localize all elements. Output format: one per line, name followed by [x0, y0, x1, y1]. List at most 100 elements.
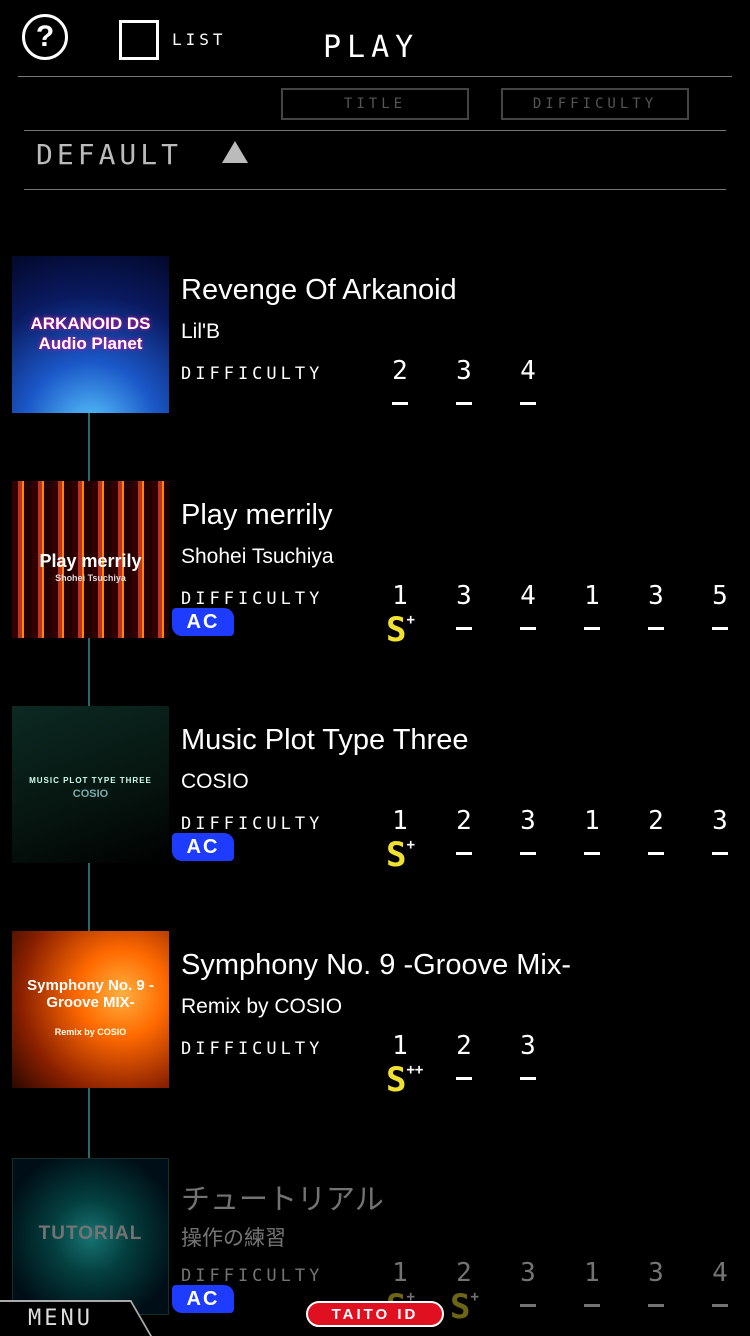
difficulty-level: 3: [456, 581, 472, 611]
song-row[interactable]: MUSIC PLOT TYPE THREE COSIO Music Plot T…: [0, 706, 750, 872]
difficulty-level: 5: [712, 581, 728, 611]
no-rank-dash: [648, 1304, 664, 1307]
timeline-connector: [88, 636, 90, 708]
rank-plus: +: [470, 1289, 479, 1305]
ac-badge: AC: [172, 833, 234, 861]
difficulty-level: 2: [456, 1031, 472, 1061]
song-title: Music Plot Type Three: [181, 724, 469, 756]
difficulty-level: 1: [584, 1258, 600, 1288]
song-jacket: ARKANOID DS Audio Planet: [12, 256, 169, 413]
timeline-connector: [88, 1086, 90, 1158]
difficulty-level: 2: [456, 1258, 472, 1288]
rank-badge: S+: [450, 1290, 479, 1324]
no-rank-dash: [392, 402, 408, 405]
no-rank-dash: [584, 627, 600, 630]
header-divider: [18, 76, 732, 77]
sort-default-button[interactable]: DEFAULT: [36, 138, 182, 171]
rank-letter: S: [450, 1287, 471, 1327]
ac-badge: AC: [172, 1285, 234, 1313]
no-rank-dash: [520, 852, 536, 855]
no-rank-dash: [456, 852, 472, 855]
taito-id-button[interactable]: TAITO ID: [306, 1301, 444, 1327]
timeline-connector: [88, 861, 90, 933]
sort-difficulty-button[interactable]: DIFFICULTY: [501, 88, 689, 120]
jacket-text: Play merrily: [39, 551, 142, 571]
difficulty-level: 3: [712, 806, 728, 836]
difficulty-level: 2: [392, 356, 408, 386]
no-rank-dash: [712, 1304, 728, 1307]
no-rank-dash: [712, 852, 728, 855]
difficulty-level: 4: [520, 581, 536, 611]
triangle-up-icon: [222, 141, 248, 163]
difficulty-level: 3: [520, 1031, 536, 1061]
no-rank-dash: [520, 1304, 536, 1307]
no-rank-dash: [456, 627, 472, 630]
rank-letter: S: [386, 1060, 407, 1100]
song-row[interactable]: TUTORIAL チュートリアル 操作の練習 DIFFICULTY 1 2 3 …: [0, 1158, 750, 1324]
no-rank-dash: [520, 402, 536, 405]
list-checkbox[interactable]: [119, 20, 159, 60]
song-jacket: Play merrily Shohei Tsuchiya: [12, 481, 169, 638]
no-rank-dash: [584, 1304, 600, 1307]
song-artist: 操作の練習: [181, 1227, 286, 1250]
no-rank-dash: [648, 852, 664, 855]
rank-plus: +: [406, 612, 415, 628]
song-row[interactable]: ARKANOID DS Audio Planet Revenge Of Arka…: [0, 256, 750, 421]
rank-badge: S+: [386, 838, 415, 872]
jacket-text: MUSIC PLOT TYPE THREE: [29, 776, 152, 785]
difficulty-level: 2: [648, 806, 664, 836]
difficulty-label: DIFFICULTY: [181, 364, 324, 384]
difficulty-level: 1: [584, 806, 600, 836]
sort-title-button[interactable]: TITLE: [281, 88, 469, 120]
rank-letter: S: [386, 835, 407, 875]
song-artist: Lil'B: [181, 320, 221, 343]
rank-badge: S+: [386, 613, 415, 647]
difficulty-level: 4: [520, 356, 536, 386]
rank-badge: S++: [386, 1063, 423, 1097]
difficulty-level: 3: [456, 356, 472, 386]
sort-divider-top: [24, 130, 726, 131]
difficulty-level: 1: [392, 1031, 408, 1061]
no-rank-dash: [712, 627, 728, 630]
jacket-subtext: Shohei Tsuchiya: [55, 573, 126, 583]
rank-letter: S: [386, 610, 407, 650]
ac-badge: AC: [172, 608, 234, 636]
difficulty-level: 3: [520, 1258, 536, 1288]
help-button[interactable]: ?: [22, 14, 68, 60]
jacket-subtext: COSIO: [72, 788, 109, 800]
difficulty-level: 4: [712, 1258, 728, 1288]
question-icon: ?: [35, 20, 55, 53]
list-label: LIST: [172, 30, 227, 49]
song-row[interactable]: Play merrily Shohei Tsuchiya Play merril…: [0, 481, 750, 647]
song-row[interactable]: Symphony No. 9 -Groove MIX- Remix by COS…: [0, 931, 750, 1097]
song-title: Revenge Of Arkanoid: [181, 274, 457, 306]
sort-divider-bottom: [24, 189, 726, 190]
song-title: Symphony No. 9 -Groove Mix-: [181, 949, 572, 981]
no-rank-dash: [520, 627, 536, 630]
difficulty-level: 3: [648, 1258, 664, 1288]
no-rank-dash: [520, 1077, 536, 1080]
song-jacket: Symphony No. 9 -Groove MIX- Remix by COS…: [12, 931, 169, 1088]
difficulty-level: 1: [392, 581, 408, 611]
rank-plus: ++: [406, 1062, 424, 1078]
jacket-text: Symphony No. 9 -Groove MIX-: [27, 977, 154, 1011]
song-jacket: MUSIC PLOT TYPE THREE COSIO: [12, 706, 169, 863]
song-jacket: TUTORIAL: [12, 1158, 169, 1315]
menu-button[interactable]: MENU: [28, 1306, 93, 1331]
difficulty-label: DIFFICULTY: [181, 1039, 324, 1059]
jacket-text: ARKANOID DS Audio Planet: [30, 314, 151, 353]
difficulty-label: DIFFICULTY: [181, 814, 324, 834]
no-rank-dash: [456, 402, 472, 405]
no-rank-dash: [648, 627, 664, 630]
rank-plus: +: [406, 837, 415, 853]
difficulty-label: DIFFICULTY: [181, 1266, 324, 1286]
difficulty-level: 1: [392, 1258, 408, 1288]
no-rank-dash: [456, 1077, 472, 1080]
difficulty-level: 3: [648, 581, 664, 611]
difficulty-label: DIFFICULTY: [181, 589, 324, 609]
jacket-text: TUTORIAL: [38, 1223, 143, 1244]
no-rank-dash: [584, 852, 600, 855]
difficulty-level: 3: [520, 806, 536, 836]
song-title: チュートリアル: [181, 1184, 384, 1216]
difficulty-level: 1: [392, 806, 408, 836]
